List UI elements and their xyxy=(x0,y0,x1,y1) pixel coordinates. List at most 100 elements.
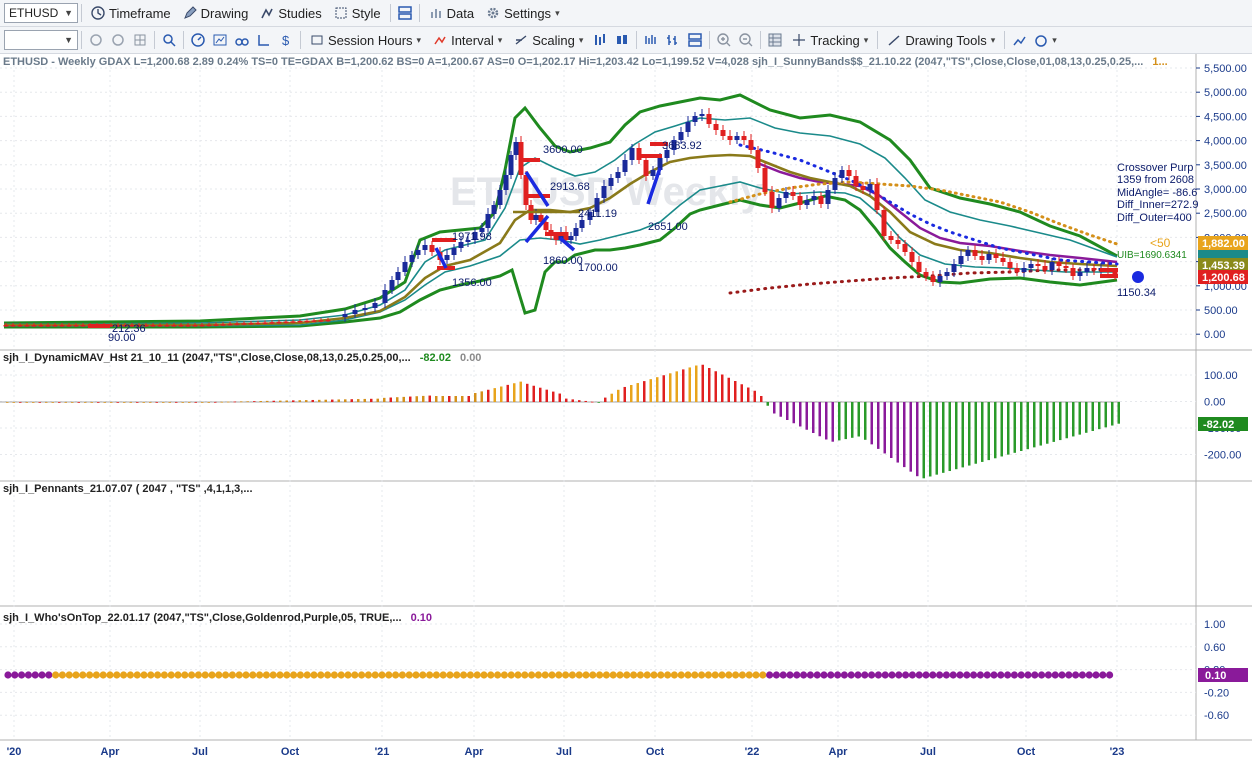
y-tick-label: 5,500.00 xyxy=(1204,63,1247,75)
price-y-axis[interactable]: 5,500.00 5,000.00 4,500.00 4,000.00 3,500.00… xyxy=(1196,63,1247,341)
reload-icon[interactable] xyxy=(107,29,129,51)
whos-on-top-dot xyxy=(888,671,896,679)
histogram-bar xyxy=(428,395,431,402)
x-tick-label: Jul xyxy=(556,746,572,758)
whos-on-top-dot xyxy=(24,671,32,679)
whos-on-top-dot xyxy=(392,671,400,679)
candle-body xyxy=(283,321,289,324)
zoom-out-icon[interactable] xyxy=(735,29,757,51)
layout-icon[interactable] xyxy=(684,29,706,51)
histogram-bar xyxy=(682,369,685,402)
bar-style-icon[interactable] xyxy=(589,29,611,51)
chart-image-icon[interactable] xyxy=(209,29,231,51)
candle-body xyxy=(227,323,233,326)
whos-on-top-dot xyxy=(732,671,740,679)
settings-button[interactable]: Settings ▾ xyxy=(480,2,566,24)
candlestick-icon[interactable] xyxy=(611,29,633,51)
chevron-down-icon[interactable]: ▾ xyxy=(1052,35,1057,46)
candle-body xyxy=(972,250,978,256)
analysis-icon[interactable] xyxy=(1030,29,1052,51)
x-tick-label: '22 xyxy=(745,746,760,758)
x-axis[interactable]: '20 Apr Jul Oct '21 Apr Jul Oct '22 Apr Jul Oct '23 xyxy=(7,746,1125,758)
histogram-bar xyxy=(851,402,854,438)
histogram-bar xyxy=(311,399,314,402)
whos-on-top-dot xyxy=(963,671,971,679)
whos-on-top-dot xyxy=(976,671,985,679)
whos-on-top-dot xyxy=(242,671,250,679)
candle-body xyxy=(234,323,240,326)
candle-body xyxy=(1063,266,1069,268)
whos-on-top-dot xyxy=(752,671,760,679)
whos-on-top-dot xyxy=(296,671,304,679)
whos-on-top-dot xyxy=(915,671,923,679)
refresh-icon[interactable] xyxy=(85,29,107,51)
candle-body xyxy=(993,254,999,258)
candle-body xyxy=(615,172,621,178)
dynamic-mav-y-axis[interactable]: 100.000.00-100.00-200.00 xyxy=(1204,370,1241,462)
y-tick-label: -0.20 xyxy=(1204,687,1229,699)
candle-body xyxy=(402,262,408,272)
candle-body xyxy=(553,236,559,240)
histogram-bar xyxy=(571,399,574,402)
whos-on-top-dot xyxy=(18,671,26,679)
grid-icon[interactable] xyxy=(129,29,151,51)
layout-icon[interactable] xyxy=(394,2,416,24)
binoculars-icon[interactable] xyxy=(231,29,253,51)
scale-icon[interactable] xyxy=(253,29,275,51)
whos-on-top-dot xyxy=(575,671,583,679)
candle-body xyxy=(1084,268,1090,272)
y-tick-label: 100.00 xyxy=(1204,370,1238,382)
magnifier-icon[interactable] xyxy=(158,29,180,51)
crosshair-icon xyxy=(793,34,806,46)
drawing-tools-button[interactable]: Drawing Tools ▾ xyxy=(881,29,1001,51)
timeframe-button[interactable]: Timeframe xyxy=(85,2,177,24)
tracking-button[interactable]: Tracking ▾ xyxy=(786,29,874,51)
whos-on-top-dot xyxy=(936,671,944,679)
candle-body xyxy=(1028,264,1034,268)
pencil-icon xyxy=(183,6,197,19)
histogram-bar xyxy=(630,385,633,402)
histogram-bar xyxy=(1000,402,1003,457)
new-chart-icon[interactable] xyxy=(1008,29,1030,51)
histogram-bar xyxy=(409,396,412,402)
studies-button[interactable]: Studies xyxy=(254,2,327,24)
whos-on-top-dot xyxy=(766,671,774,679)
symbol-selector[interactable]: ETHUSD ▼ xyxy=(4,3,78,23)
session-hours-button[interactable]: Session Hours ▾ xyxy=(304,29,427,51)
dynamic-mav-value2: 0.00 xyxy=(460,352,482,364)
histogram-bar xyxy=(337,399,340,402)
histogram-bar xyxy=(955,402,958,470)
scaling-icon xyxy=(515,35,527,45)
drawing-button[interactable]: Drawing xyxy=(177,2,255,24)
volume-bars-icon[interactable] xyxy=(640,29,662,51)
histogram-bar xyxy=(695,365,698,402)
price-pane-title-tail: 1... xyxy=(1152,56,1168,68)
interval-combo[interactable]: ▼ xyxy=(4,30,78,50)
data-window-icon[interactable] xyxy=(764,29,786,51)
speedometer-icon[interactable] xyxy=(187,29,209,51)
data-button[interactable]: Data xyxy=(423,2,480,24)
histogram-bar xyxy=(747,387,750,402)
candle-body xyxy=(909,252,915,262)
dollar-icon[interactable]: $ xyxy=(275,29,297,51)
toolbar-divider xyxy=(81,4,82,22)
histogram-bar xyxy=(1111,402,1114,426)
candle-body xyxy=(797,196,803,205)
chart-area[interactable]: ETHUSD Weekly 3600.00 2913.68 2411.19 19… xyxy=(0,54,1252,764)
whos-on-top-dot xyxy=(86,671,94,679)
style-button[interactable]: Style xyxy=(328,2,387,24)
histogram-bar xyxy=(415,396,418,402)
chevron-down-icon: ▾ xyxy=(990,34,996,45)
zoom-in-icon[interactable] xyxy=(713,29,735,51)
candle-body xyxy=(415,250,421,255)
candle-body xyxy=(429,245,435,252)
whos-on-top-dot xyxy=(487,671,495,679)
candle-body xyxy=(622,160,628,172)
ohlc-icon[interactable] xyxy=(662,29,684,51)
histogram-bar xyxy=(6,402,9,403)
histogram-bar xyxy=(1085,402,1088,433)
session-icon xyxy=(311,35,323,45)
scaling-button[interactable]: Scaling ▾ xyxy=(508,29,589,51)
interval-button[interactable]: Interval ▾ xyxy=(427,29,508,51)
histogram-bar xyxy=(116,402,119,403)
